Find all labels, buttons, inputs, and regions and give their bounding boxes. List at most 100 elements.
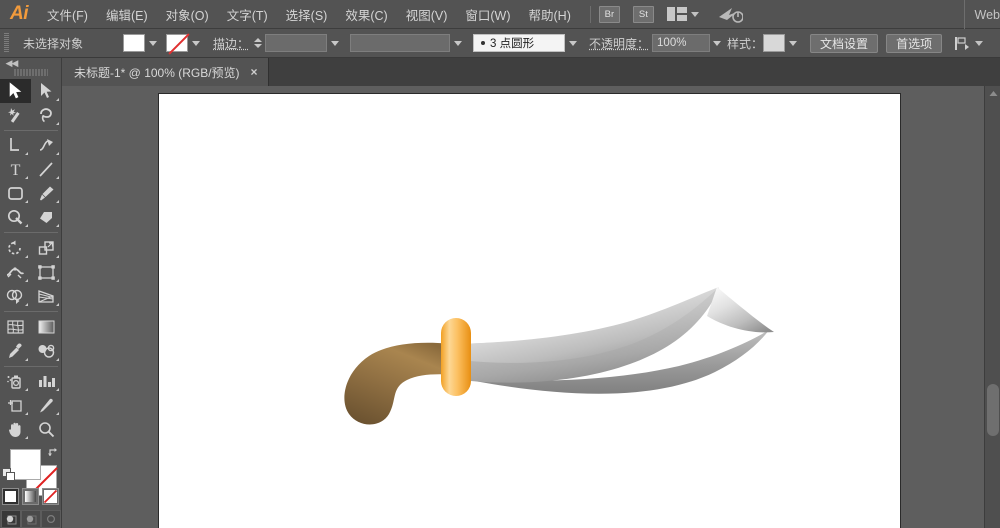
stroke-profile-input[interactable] (350, 34, 450, 52)
menu-file[interactable]: 文件(F) (38, 0, 97, 29)
align-control[interactable] (954, 36, 983, 51)
graphic-style-control[interactable] (763, 34, 800, 52)
tool-flyout-corner-icon (25, 176, 28, 179)
menu-object[interactable]: 对象(O) (157, 0, 218, 29)
type-tool[interactable]: T (0, 157, 31, 181)
control-bar-grip[interactable] (4, 33, 9, 53)
graphic-style-dropdown-icon[interactable] (785, 34, 800, 52)
default-fill-stroke-icon[interactable] (2, 468, 16, 482)
fill-swatch[interactable] (123, 34, 145, 52)
line-segment-tool[interactable] (31, 157, 62, 181)
pencil-tool[interactable] (0, 205, 31, 229)
slice-tool[interactable] (31, 393, 62, 417)
fill-dropdown-icon[interactable] (145, 34, 160, 52)
workspace-switcher[interactable] (667, 7, 699, 21)
draw-inside[interactable] (41, 510, 61, 528)
fill-color-control[interactable] (123, 34, 160, 52)
artboard[interactable] (158, 93, 901, 528)
cloud-sync-icon[interactable] (717, 6, 743, 23)
preferences-button[interactable]: 首选项 (886, 34, 942, 53)
shape-builder-tool[interactable] (0, 284, 31, 308)
menu-view[interactable]: 视图(V) (397, 0, 457, 29)
stroke-weight-dropdown-icon[interactable] (327, 34, 342, 52)
color-mode-none[interactable] (42, 488, 59, 505)
menu-select[interactable]: 选择(S) (277, 0, 337, 29)
tool-flyout-corner-icon (56, 358, 59, 361)
tool-row (0, 369, 62, 393)
stroke-dropdown-icon[interactable] (188, 34, 203, 52)
eyedropper-tool[interactable] (0, 339, 31, 363)
scale-tool[interactable] (31, 236, 62, 260)
blend-tool[interactable] (31, 339, 62, 363)
scrollbar-thumb[interactable] (987, 384, 999, 436)
graphic-style-swatch[interactable] (763, 34, 785, 52)
gradient-tool[interactable] (31, 315, 62, 339)
curvature-tool[interactable] (31, 133, 62, 157)
tool-flyout-corner-icon (25, 279, 28, 282)
stroke-color-control[interactable] (166, 34, 203, 52)
close-icon[interactable]: × (251, 66, 258, 78)
lasso-tool[interactable] (31, 103, 62, 127)
stroke-weight-input[interactable] (265, 34, 327, 52)
toolbar-grip[interactable] (14, 69, 48, 76)
canvas-area[interactable] (62, 86, 1000, 528)
selection-tool[interactable] (0, 79, 31, 103)
bridge-button[interactable]: Br (599, 6, 620, 23)
menu-window[interactable]: 窗口(W) (456, 0, 519, 29)
control-bar: 未选择对象 描边： 3 点圆形 不透明度： 100% 样式： 文档设置 首选项 (0, 29, 1000, 58)
tool-row (0, 79, 62, 103)
rectangle-tool[interactable] (0, 181, 31, 205)
tool-flyout-corner-icon (56, 98, 59, 101)
width-tool[interactable] (0, 260, 31, 284)
menu-help[interactable]: 帮助(H) (520, 0, 580, 29)
tool-flyout-corner-icon (56, 200, 59, 203)
scroll-up-arrow-icon[interactable] (985, 86, 1000, 101)
artwork-machete[interactable] (319, 284, 789, 434)
brush-definition-dropdown-icon[interactable] (565, 34, 580, 52)
align-chevron-down-icon (975, 41, 983, 46)
stroke-swatch[interactable] (166, 34, 188, 52)
toolbar-collapse-button[interactable]: ◀◀ (0, 58, 62, 69)
artboard-tool[interactable] (0, 393, 31, 417)
stock-button[interactable]: St (633, 6, 654, 23)
document-setup-button[interactable]: 文档设置 (810, 34, 878, 53)
brush-definition-select[interactable]: 3 点圆形 (473, 34, 565, 52)
symbol-sprayer-tool[interactable] (0, 369, 31, 393)
rotate-tool[interactable] (0, 236, 31, 260)
brush-dot-icon (481, 41, 485, 45)
tool-flyout-corner-icon (25, 200, 28, 203)
draw-behind[interactable] (21, 510, 41, 528)
magic-wand-tool[interactable] (0, 103, 31, 127)
hand-tool[interactable] (0, 417, 31, 441)
swap-fill-stroke-icon[interactable] (47, 446, 59, 458)
pen-tool[interactable] (0, 133, 31, 157)
paintbrush-tool[interactable] (31, 181, 62, 205)
tool-flyout-corner-icon (25, 152, 28, 155)
direct-selection-tool[interactable] (31, 79, 62, 103)
opacity-label[interactable]: 不透明度： (589, 35, 649, 52)
workspace-name-label[interactable]: Web (964, 0, 1000, 29)
column-graph-tool[interactable] (31, 369, 62, 393)
draw-normal[interactable] (1, 510, 21, 528)
tool-row (0, 339, 62, 363)
tool-flyout-corner-icon (25, 255, 28, 258)
zoom-tool[interactable] (31, 417, 62, 441)
menu-type[interactable]: 文字(T) (218, 0, 277, 29)
menu-effect[interactable]: 效果(C) (336, 0, 396, 29)
menu-edit[interactable]: 编辑(E) (97, 0, 157, 29)
opacity-input[interactable]: 100% (652, 34, 710, 52)
vertical-scrollbar[interactable] (984, 86, 1000, 528)
stroke-profile-dropdown-icon[interactable] (450, 34, 465, 52)
perspective-grid-tool[interactable] (31, 284, 62, 308)
tool-flyout-corner-icon (25, 224, 28, 227)
mesh-tool[interactable] (0, 315, 31, 339)
color-mode-gradient[interactable] (22, 488, 39, 505)
stroke-weight-stepper[interactable] (253, 34, 262, 52)
tool-flyout-corner-icon (56, 224, 59, 227)
eraser-tool[interactable] (31, 205, 62, 229)
opacity-flyout-icon[interactable] (710, 34, 723, 52)
color-mode-flat[interactable] (2, 488, 19, 505)
stroke-weight-label[interactable]: 描边： (213, 35, 249, 52)
free-transform-tool[interactable] (31, 260, 62, 284)
document-tab[interactable]: 未标题-1* @ 100% (RGB/预览) × (62, 58, 269, 86)
